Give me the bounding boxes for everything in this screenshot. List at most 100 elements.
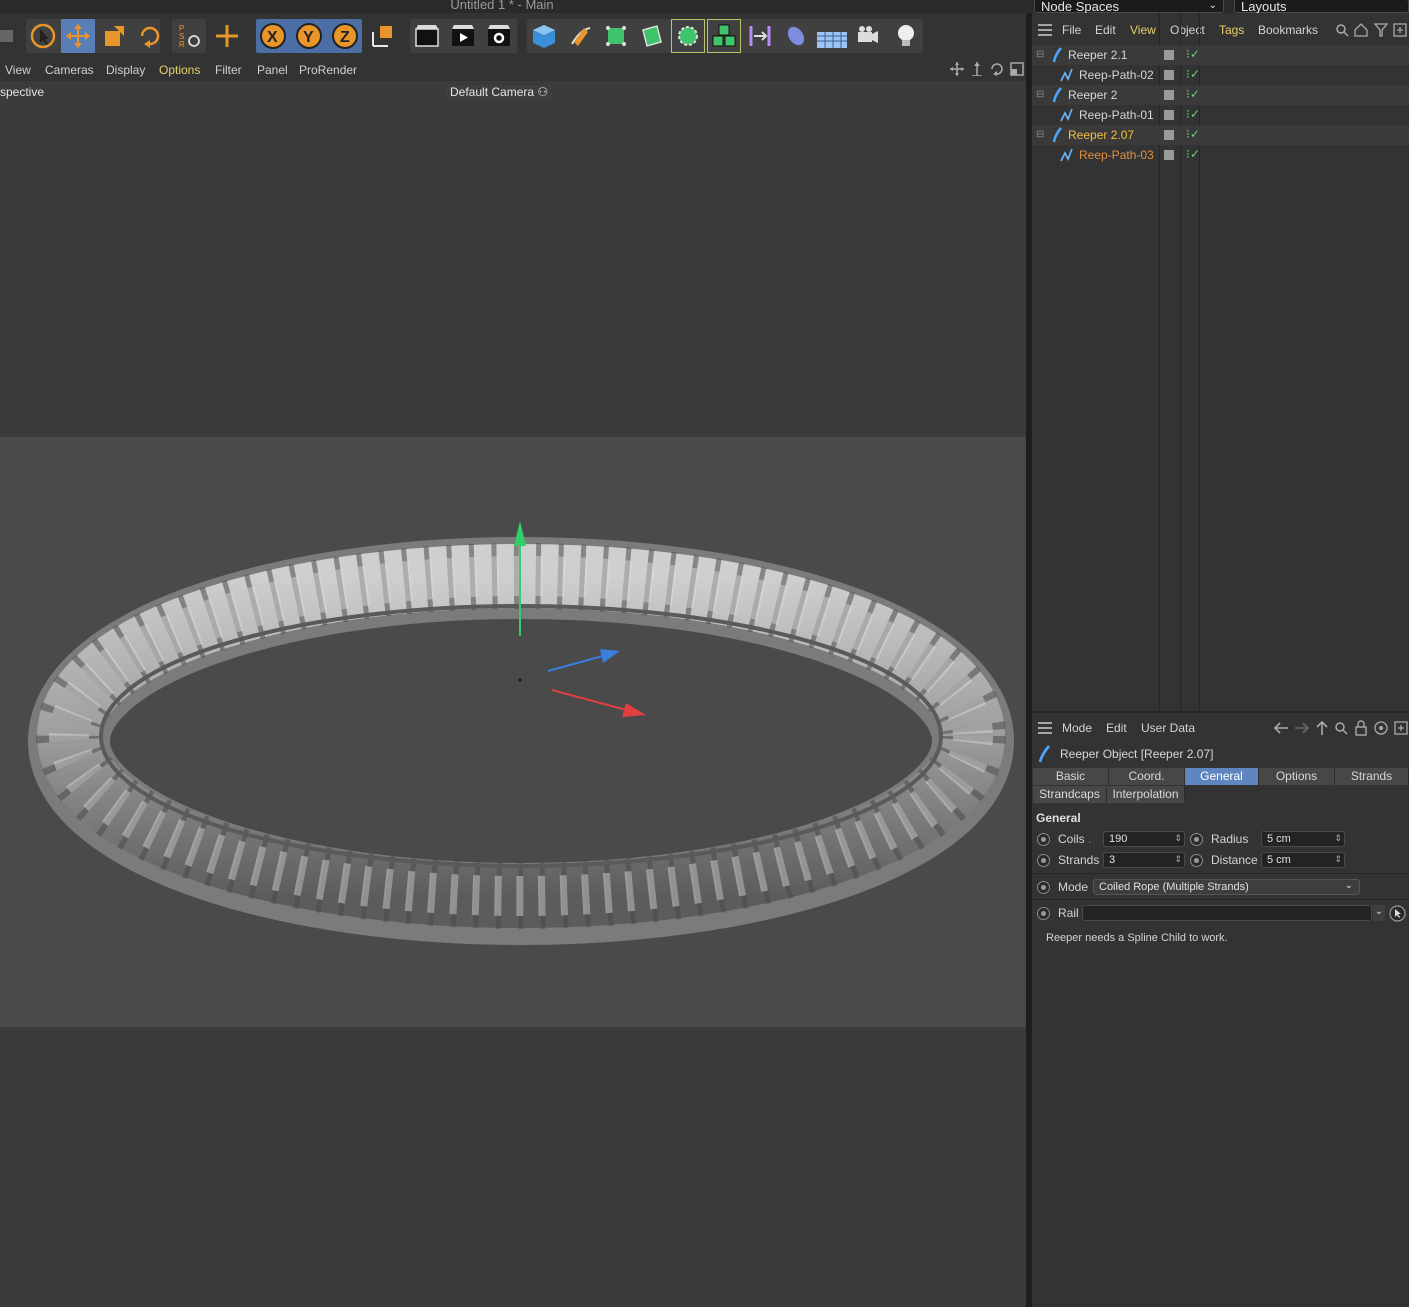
stepper-icon[interactable]: ⇕ [1334,831,1342,845]
stepper-icon[interactable]: ⇕ [1174,852,1182,866]
render-picture-viewer-icon[interactable] [446,19,480,53]
object-row-reep-path-02[interactable]: Reep-Path-02 ⁝✓ [1032,65,1409,85]
psr-icon[interactable]: PSR [172,19,206,53]
camera-icon[interactable] [851,19,885,53]
viewport-menu-cameras[interactable]: Cameras [45,63,94,77]
tab-basic[interactable]: Basic [1033,768,1109,785]
cloner-icon[interactable] [671,19,705,53]
up-arrow-icon[interactable] [1315,720,1329,739]
distance-field[interactable]: 5 cm ⇕ [1261,852,1345,868]
am-menu-mode[interactable]: Mode [1062,721,1092,735]
pick-object-icon[interactable] [1389,905,1406,925]
visibility-dots-icon[interactable]: ⁝✓ [1186,87,1200,101]
hamburger-menu-icon[interactable] [1038,24,1052,39]
render-settings-icon[interactable] [482,19,516,53]
object-row-reeper-2-1[interactable]: ⊟ Reeper 2.1 ⁝✓ [1032,45,1409,65]
forward-arrow-icon[interactable] [1294,721,1310,738]
rail-animate-radio[interactable] [1037,907,1050,920]
chevron-down-icon[interactable]: ⌄ [1373,905,1385,921]
tab-strands[interactable]: Strands [1335,768,1409,785]
viewport-menu-options[interactable]: Options [159,63,200,77]
distance-animate-radio[interactable] [1190,854,1203,867]
render-view-icon[interactable] [410,19,444,53]
viewport-menu-display[interactable]: Display [106,63,145,77]
home-icon[interactable] [1354,23,1368,40]
object-row-reep-path-03[interactable]: Reep-Path-03 ⁝✓ [1032,145,1409,165]
x-axis-icon[interactable]: X [256,19,290,53]
visibility-dots-icon[interactable]: ⁝✓ [1186,67,1200,81]
strands-field[interactable]: 3 ⇕ [1103,852,1185,868]
scale-icon[interactable] [97,19,131,53]
coils-field[interactable]: 190 ⇕ [1103,831,1185,847]
tab-strandcaps[interactable]: Strandcaps [1033,786,1107,803]
om-menu-file[interactable]: File [1062,23,1081,37]
visibility-dots-icon[interactable]: ⁝✓ [1186,147,1200,161]
object-row-reep-path-01[interactable]: Reep-Path-01 ⁝✓ [1032,105,1409,125]
collapse-icon[interactable]: ⊟ [1036,89,1044,100]
object-row-reeper-2-07[interactable]: ⊟ Reeper 2.07 ⁝✓ [1032,125,1409,145]
coordinate-system-icon[interactable] [365,19,399,53]
node-spaces-dropdown[interactable]: Node Spaces ⌄ [1034,0,1224,13]
om-menu-view[interactable]: View [1130,23,1156,37]
rotate-view-icon[interactable] [990,62,1004,79]
live-selection-icon[interactable] [26,19,60,53]
search-icon[interactable] [1334,721,1348,738]
y-axis-icon[interactable]: Y [292,19,326,53]
om-menu-edit[interactable]: Edit [1095,23,1116,37]
new-window-icon[interactable] [1393,23,1407,40]
viewport-menu-prorender[interactable]: ProRender [299,63,357,77]
am-menu-edit[interactable]: Edit [1106,721,1127,735]
z-axis-icon[interactable]: Z [328,19,362,53]
rail-link-field[interactable] [1082,905,1372,921]
edit-tag-icon[interactable] [1164,130,1174,140]
strands-animate-radio[interactable] [1037,854,1050,867]
subdivision-icon[interactable] [599,19,633,53]
om-menu-bookmarks[interactable]: Bookmarks [1258,23,1318,37]
stepper-icon[interactable]: ⇕ [1334,852,1342,866]
search-icon[interactable] [1335,23,1349,40]
deformer-icon[interactable] [743,19,777,53]
cube-icon[interactable] [527,19,561,53]
back-arrow-icon[interactable] [1273,721,1289,738]
tab-options[interactable]: Options [1259,768,1335,785]
tab-interpolation[interactable]: Interpolation [1107,786,1185,803]
edit-tag-icon[interactable] [1164,150,1174,160]
pan-view-icon[interactable] [950,62,964,79]
mode-dropdown[interactable]: Coiled Rope (Multiple Strands) ⌄ [1093,879,1360,895]
edit-tag-icon[interactable] [1164,50,1174,60]
radius-animate-radio[interactable] [1190,833,1203,846]
edit-tag-icon[interactable] [1164,110,1174,120]
om-menu-tags[interactable]: Tags [1219,23,1244,37]
collapse-icon[interactable]: ⊟ [1036,49,1044,60]
visibility-dots-icon[interactable]: ⁝✓ [1186,107,1200,121]
radius-field[interactable]: 5 cm ⇕ [1261,831,1345,847]
pen-icon[interactable] [563,19,597,53]
visibility-dots-icon[interactable]: ⁝✓ [1186,127,1200,141]
undo-icon[interactable] [0,19,24,53]
stepper-icon[interactable]: ⇕ [1174,831,1182,845]
maximize-view-icon[interactable] [1010,62,1024,79]
tab-coord[interactable]: Coord. [1109,768,1185,785]
edit-tag-icon[interactable] [1164,90,1174,100]
object-row-reeper-2[interactable]: ⊟ Reeper 2 ⁝✓ [1032,85,1409,105]
collapse-icon[interactable]: ⊟ [1036,129,1044,140]
light-icon[interactable] [889,19,923,53]
transform-icon[interactable] [210,19,244,53]
lock-icon[interactable] [1354,720,1368,739]
new-window-icon[interactable] [1394,721,1408,738]
target-icon[interactable] [1374,721,1388,738]
coils-animate-radio[interactable] [1037,833,1050,846]
tab-general[interactable]: General [1185,768,1259,785]
rotate-icon[interactable] [133,19,167,53]
hamburger-menu-icon[interactable] [1038,722,1052,737]
visibility-dots-icon[interactable]: ⁝✓ [1186,47,1200,61]
floor-icon[interactable] [815,19,849,53]
am-menu-user-data[interactable]: User Data [1141,721,1195,735]
viewport-menu-view[interactable]: View [5,63,31,77]
viewport-menu-filter[interactable]: Filter [215,63,242,77]
mode-animate-radio[interactable] [1037,881,1050,894]
extrude-icon[interactable] [635,19,669,53]
edit-tag-icon[interactable] [1164,70,1174,80]
filter-icon[interactable] [1373,23,1389,40]
move-icon[interactable] [61,19,95,53]
